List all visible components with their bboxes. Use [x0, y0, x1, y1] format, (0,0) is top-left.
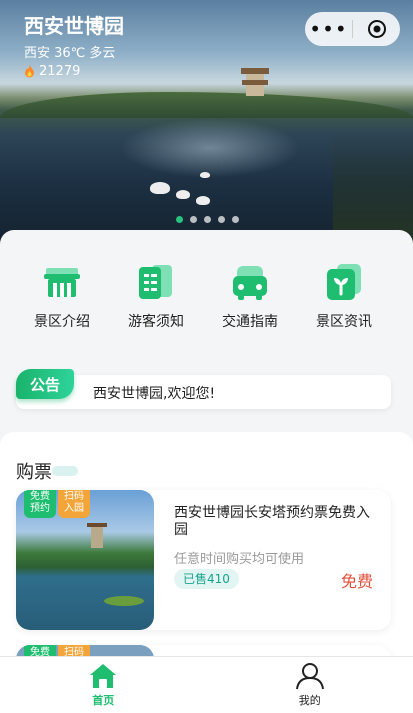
ticket-card[interactable]: 免费预约 扫码入园 西安世博园长安塔预约票免费入园 任意时间购买均可使用 已售4… [16, 490, 391, 630]
home-icon [88, 662, 118, 690]
grid-label: 交通指南 [222, 311, 278, 331]
free-reserve-badge: 免费预约 [24, 490, 56, 518]
ticket-note: 任意时间购买均可使用 [174, 548, 304, 567]
grid-item-notice[interactable]: 游客须知 [109, 262, 203, 331]
carousel-dot[interactable] [218, 216, 225, 223]
hero-pagoda [246, 72, 264, 96]
tickets-section-title: 购票 [16, 458, 52, 484]
car-icon [230, 262, 270, 302]
scenic-gate-icon [42, 262, 82, 302]
carousel-dot[interactable] [232, 216, 239, 223]
ticket-price: 免费 [341, 568, 373, 592]
hero-water [120, 118, 300, 178]
carousel-indicator [176, 216, 239, 223]
ticket-thumbnail: 免费预约 扫码入园 [16, 490, 154, 630]
swan [176, 190, 190, 199]
tab-label: 首页 [92, 692, 114, 708]
carousel-dot[interactable] [190, 216, 197, 223]
swan [150, 182, 170, 194]
hero-reeds [333, 130, 413, 245]
tab-label: 我的 [299, 692, 321, 708]
miniapp-capsule: ••• [305, 12, 400, 46]
carousel-dot[interactable] [176, 216, 183, 223]
weather-info: 西安 36℃ 多云 [24, 42, 115, 61]
swan [196, 196, 210, 205]
ticket-name: 西安世博园长安塔预约票免费入园 [174, 505, 379, 539]
fire-icon [24, 65, 35, 78]
swan [200, 172, 210, 178]
target-close-icon[interactable] [353, 19, 400, 39]
notice-tag: 公告 [16, 369, 74, 399]
thumbnail-lily [104, 596, 144, 606]
grid-label: 景区介绍 [34, 311, 90, 331]
sprout-icon [324, 262, 364, 302]
carousel-dot[interactable] [204, 216, 211, 223]
bottom-tab-bar: 首页 我的 [0, 656, 413, 713]
scan-entry-badge: 扫码入园 [58, 490, 90, 518]
user-icon [295, 662, 325, 690]
grid-item-traffic[interactable]: 交通指南 [203, 262, 297, 331]
feature-grid: 景区介绍 游客须知 交通指南 [0, 262, 413, 331]
grid-label: 景区资讯 [316, 311, 372, 331]
grid-item-news[interactable]: 景区资讯 [297, 262, 391, 331]
grid-label: 游客须知 [128, 311, 184, 331]
tab-mine[interactable]: 我的 [207, 657, 413, 713]
notice-text: 西安世博园,欢迎您! [93, 383, 215, 403]
popularity-count: 21279 [24, 64, 80, 79]
popularity-value: 21279 [39, 64, 80, 79]
tab-home[interactable]: 首页 [0, 657, 207, 713]
notice-bar[interactable]: 公告 西安世博园,欢迎您! [16, 375, 391, 409]
title-underline [52, 466, 78, 476]
grid-item-intro[interactable]: 景区介绍 [15, 262, 109, 331]
thumbnail-pagoda [91, 526, 103, 548]
hero-title: 西安世博园 [24, 10, 124, 39]
sold-count-badge: 已售410 [174, 569, 239, 589]
book-icon [136, 262, 176, 302]
hero-treeline [0, 92, 413, 118]
ellipsis-icon[interactable]: ••• [305, 12, 352, 46]
